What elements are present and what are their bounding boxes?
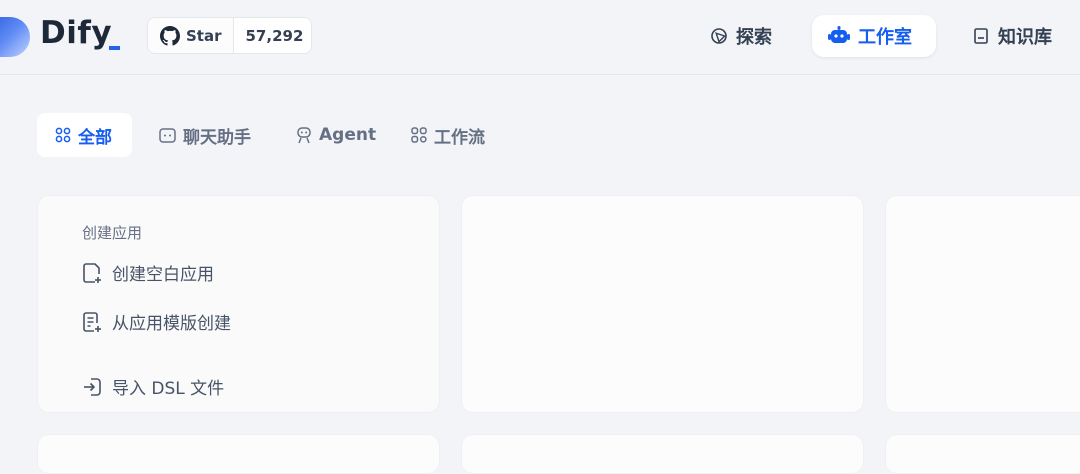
compass-icon [710,27,728,45]
top-header: Dify Star 57,292 探索 工作室 知识库 [0,0,1080,75]
github-icon [160,25,180,46]
create-blank-app-label: 创建空白应用 [112,265,214,285]
tab-agent-label: Agent [319,125,377,145]
import-dsl-button[interactable]: 导入 DSL 文件 [82,374,224,399]
tab-all[interactable]: 全部 [37,113,132,157]
import-icon [82,377,102,397]
create-from-template-label: 从应用模版创建 [112,314,231,334]
create-blank-app-button[interactable]: 创建空白应用 [82,260,214,285]
logo-cursor [109,46,120,50]
tab-chat-assistant[interactable]: 聊天助手 [141,113,265,157]
nav-studio-label: 工作室 [858,27,912,48]
github-star-widget[interactable]: Star 57,292 [147,17,312,54]
tab-workflow[interactable]: 工作流 [393,113,499,157]
chat-icon [159,127,176,143]
nav-knowledge[interactable]: 知识库 [956,15,1068,57]
github-star-label: Star [186,26,222,45]
import-dsl-label: 导入 DSL 文件 [112,379,225,399]
grid-icon [55,127,71,143]
dify-logo-mark [0,17,30,57]
workflow-icon [411,127,427,143]
create-from-template-button[interactable]: 从应用模版创建 [82,309,231,334]
agent-icon [296,126,312,144]
book-icon [972,27,990,45]
app-card-placeholder[interactable] [461,434,864,474]
app-card-placeholder[interactable] [461,195,864,413]
nav-explore[interactable]: 探索 [694,15,788,57]
robot-icon [828,26,850,46]
github-star-button[interactable]: Star [148,18,234,53]
app-card-placeholder[interactable] [37,434,440,474]
tab-chat-label: 聊天助手 [183,127,251,148]
logo-text[interactable]: Dify [40,15,112,51]
app-card-placeholder[interactable] [885,434,1080,474]
tab-agent[interactable]: Agent [278,113,390,157]
create-app-title: 创建应用 [82,224,143,242]
nav-explore-label: 探索 [736,27,772,48]
new-file-icon [82,262,102,284]
app-card-placeholder[interactable] [885,195,1080,413]
tab-workflow-label: 工作流 [434,127,485,148]
tab-all-label: 全部 [78,127,112,148]
template-icon [82,311,102,333]
nav-knowledge-label: 知识库 [998,27,1052,48]
github-star-count[interactable]: 57,292 [233,18,311,53]
nav-studio[interactable]: 工作室 [812,15,936,57]
create-app-card: 创建应用 创建空白应用 从应用模版创建 导入 DSL 文件 [37,195,440,413]
